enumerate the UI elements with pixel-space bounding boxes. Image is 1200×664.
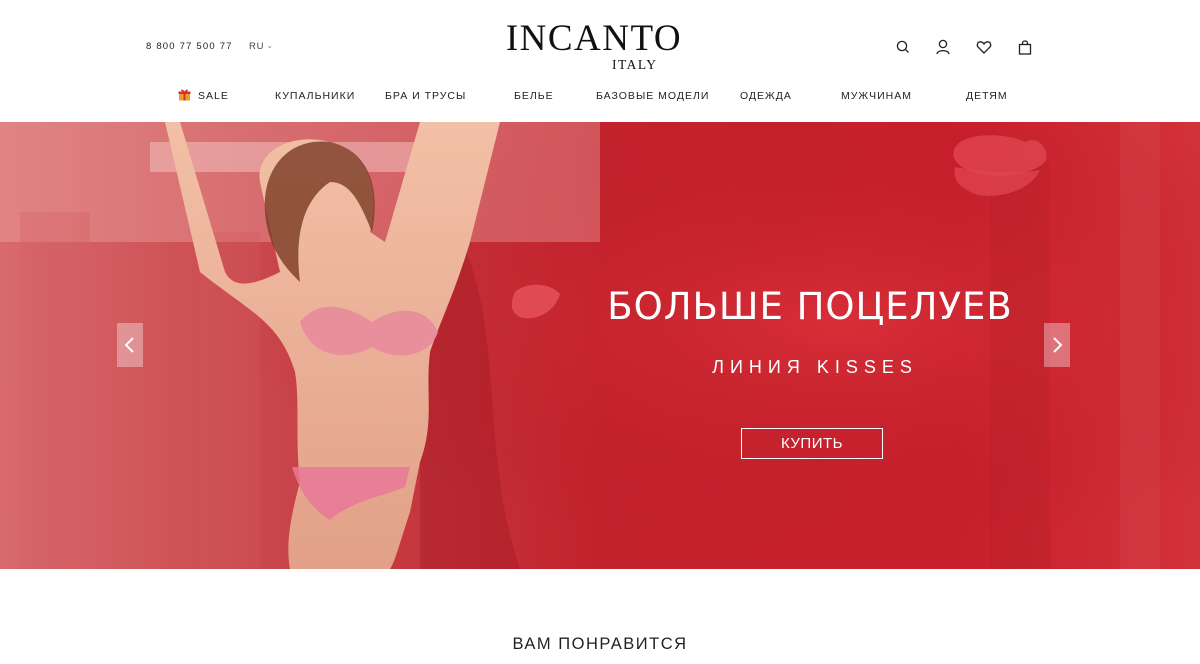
logo-sub: ITALY [612,57,658,72]
header: 8 800 77 500 77 RU ⌄ INCANTO ITALY [0,0,1200,82]
nav-item-clothing[interactable]: ОДЕЖДА [740,90,792,102]
chevron-right-icon [1053,337,1063,353]
bag-icon[interactable] [1016,38,1034,56]
next-slide-button[interactable] [1044,323,1070,367]
user-icon[interactable] [934,38,952,56]
hero-banner[interactable]: БОЛЬШЕ ПОЦЕЛУЕВ ЛИНИЯ KISSES КУПИТЬ [0,122,1200,569]
nav-item-men[interactable]: МУЖЧИНАМ [841,90,912,102]
logo-main: INCANTO [505,18,683,59]
nav-item-bras-briefs[interactable]: БРА И ТРУСЫ [385,90,466,102]
nav-item-swimwear[interactable]: КУПАЛЬНИКИ [275,90,355,102]
chevron-left-icon [124,337,134,353]
chevron-down-icon: ⌄ [266,41,274,50]
logo[interactable]: INCANTO ITALY [500,20,688,72]
prev-slide-button[interactable] [117,323,143,367]
section-title: ВАМ ПОНРАВИТСЯ [512,635,688,653]
heart-icon[interactable] [975,38,993,56]
gift-icon [178,88,191,101]
nav-item-basics[interactable]: БАЗОВЫЕ МОДЕЛИ [596,90,709,102]
nav-item-lingerie[interactable]: БЕЛЬЕ [514,90,554,102]
search-icon[interactable] [894,38,912,56]
language-selector[interactable]: RU ⌄ [249,41,274,52]
nav-item-kids[interactable]: ДЕТЯМ [966,90,1008,102]
language-label: RU [249,41,265,52]
nav-label-sale: SALE [198,90,229,102]
nav-item-sale[interactable]: SALE [178,88,229,102]
hero-title: БОЛЬШЕ ПОЦЕЛУЕВ [607,285,1013,328]
hero-subtitle: ЛИНИЯ KISSES [712,357,918,377]
main-nav: SALE КУПАЛЬНИКИ БРА И ТРУСЫ БЕЛЬЕ БАЗОВЫ… [0,86,1200,108]
buy-button[interactable]: КУПИТЬ [741,428,883,459]
hero-image [0,122,1200,569]
phone-link[interactable]: 8 800 77 500 77 [146,41,233,52]
